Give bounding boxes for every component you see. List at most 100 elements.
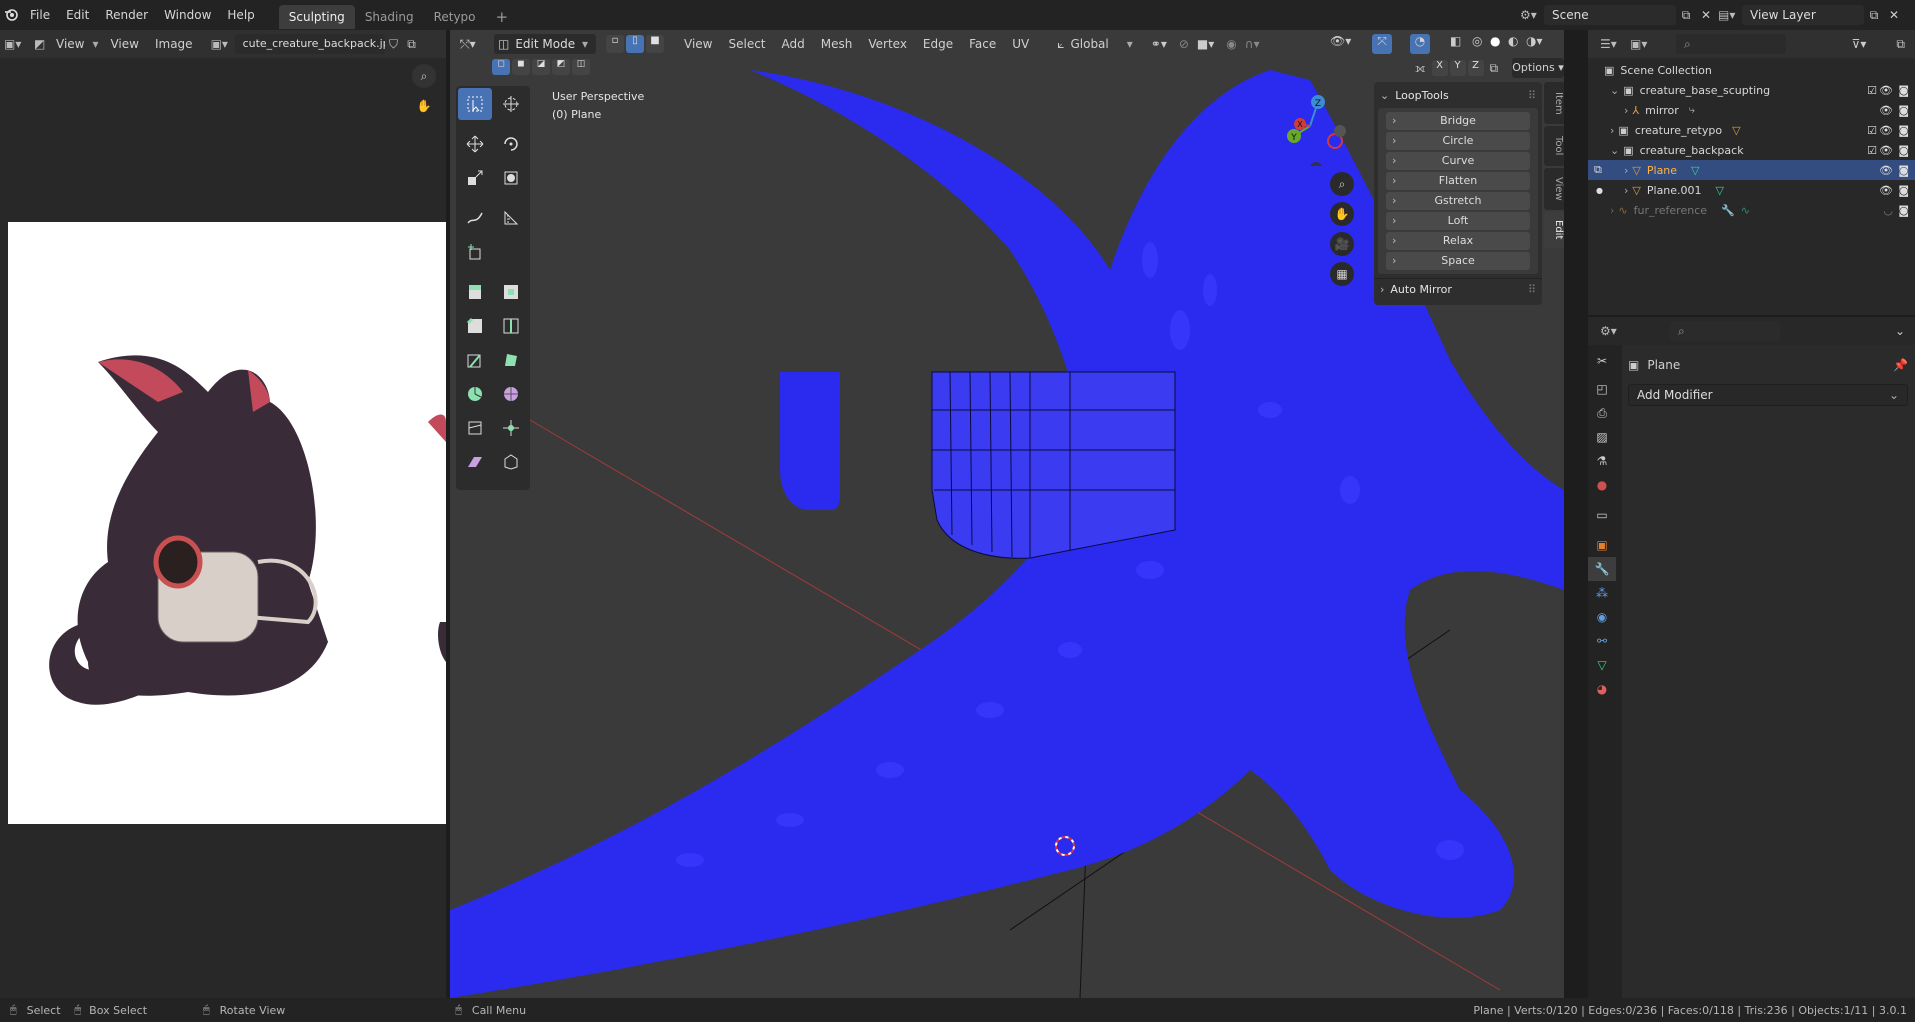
new-collection-icon[interactable]: ⧉ <box>1896 37 1905 52</box>
scene-collection-row[interactable]: ▣ Scene Collection <box>1588 60 1915 80</box>
camera-icon[interactable]: ◙ <box>1898 144 1909 157</box>
cursor-tool-icon[interactable] <box>494 88 528 120</box>
menu-file[interactable]: File <box>22 0 58 30</box>
image-browse-icon[interactable]: ▣▾ <box>211 37 235 51</box>
extrude-tool-icon[interactable] <box>458 276 492 308</box>
image-menu-view[interactable]: View <box>102 37 146 51</box>
expand-chevron-icon[interactable]: › <box>1624 164 1628 177</box>
zoom-icon[interactable]: ⌕ <box>1330 172 1354 196</box>
loop-cut-tool-icon[interactable] <box>494 310 528 342</box>
chevron-down-icon[interactable]: ⌄ <box>1895 324 1905 338</box>
move-tool-icon[interactable] <box>458 128 492 160</box>
scale-tool-icon[interactable] <box>458 162 492 194</box>
tab-edit[interactable]: Edit <box>1544 212 1564 248</box>
wireframe-shading-icon[interactable]: ◎ <box>1472 34 1482 48</box>
looptools-header[interactable]: ⌄ LoopTools ⠿ <box>1374 86 1542 104</box>
looptools-gstretch-button[interactable]: › Gstretch <box>1386 192 1530 210</box>
xray-icon[interactable]: ◧ <box>1450 34 1461 48</box>
eye-icon[interactable]: 👁 <box>1879 84 1893 97</box>
camera-icon[interactable]: ◙ <box>1898 204 1909 217</box>
properties-search-input[interactable]: ⌕ <box>1670 321 1780 341</box>
camera-icon[interactable]: ◙ <box>1898 164 1909 177</box>
viewport-menu-uv[interactable]: UV <box>1004 37 1037 51</box>
eye-icon[interactable]: 👁 <box>1879 124 1893 137</box>
viewport-menu-edge[interactable]: Edge <box>915 37 961 51</box>
pin-icon[interactable]: 📌 <box>1893 358 1908 372</box>
output-tab-icon[interactable]: ⎙ <box>1588 401 1616 425</box>
menu-edit[interactable]: Edit <box>58 0 97 30</box>
bevel-tool-icon[interactable] <box>458 310 492 342</box>
visibility-icon[interactable]: 👁▾ <box>1330 34 1351 48</box>
proportional-edit-icon[interactable]: ◉ <box>1226 37 1236 51</box>
snap-icon[interactable]: ⊘ <box>1179 37 1189 51</box>
fake-user-icon[interactable]: ⛉ <box>385 37 403 52</box>
physics-tab-icon[interactable]: ◉ <box>1588 605 1616 629</box>
looptools-relax-button[interactable]: › Relax <box>1386 232 1530 250</box>
tab-retypo[interactable]: Retypo <box>424 5 486 29</box>
camera-icon[interactable]: ◙ <box>1898 84 1909 97</box>
viewport-menu-add[interactable]: Add <box>774 37 813 51</box>
looptools-bridge-button[interactable]: › Bridge <box>1386 112 1530 130</box>
view-layer-field[interactable]: View Layer <box>1742 5 1864 25</box>
tree-row[interactable]: › ▣ creature_retypo ▽ ☑ 👁 ◙ <box>1588 120 1915 140</box>
expand-chevron-icon[interactable]: › <box>1610 124 1614 137</box>
editor-type-icon[interactable]: ⚙▾ <box>1600 324 1630 338</box>
tab-shading[interactable]: Shading <box>355 5 424 29</box>
drag-handle-icon[interactable]: ⠿ <box>1528 89 1536 102</box>
select-new-icon[interactable]: ◻ <box>492 59 510 75</box>
select-box-tool-icon[interactable] <box>458 88 492 120</box>
auto-merge-icon[interactable]: ⧉ <box>1490 61 1499 76</box>
expand-chevron-icon[interactable]: ⌄ <box>1610 84 1619 97</box>
tab-view[interactable]: View <box>1544 168 1564 210</box>
looptools-flatten-button[interactable]: › Flatten <box>1386 172 1530 190</box>
navigation-gizmo[interactable]: Z Y X <box>1270 86 1350 174</box>
edge-select-icon[interactable]: ▯ <box>626 35 644 53</box>
looptools-curve-button[interactable]: › Curve <box>1386 152 1530 170</box>
add-cube-tool-icon[interactable] <box>458 236 492 268</box>
edit-mode-icon[interactable]: ⧉ <box>1594 163 1602 177</box>
image-view-dropdown[interactable]: View <box>48 37 92 51</box>
eye-icon[interactable]: 👁 <box>1879 184 1893 197</box>
expand-chevron-icon[interactable]: ⌄ <box>1610 144 1619 157</box>
tree-row[interactable]: › ⅄ mirror ⤷ 👁 ◙ <box>1588 100 1915 120</box>
overlay-toggle-icon[interactable]: ◔ <box>1410 34 1430 54</box>
rotate-tool-icon[interactable] <box>494 128 528 160</box>
face-select-icon[interactable]: ■ <box>646 35 664 53</box>
tree-row-selected[interactable]: ⧉ › ▽ Plane ▽ 👁 ◙ <box>1588 160 1915 180</box>
add-modifier-button[interactable]: Add Modifier ⌄ <box>1628 384 1908 406</box>
viewport-menu-mesh[interactable]: Mesh <box>813 37 861 51</box>
shrink-fatten-tool-icon[interactable] <box>494 412 528 444</box>
eye-closed-icon[interactable]: ◡ <box>1883 204 1893 217</box>
menu-help[interactable]: Help <box>219 0 262 30</box>
select-intersect-icon[interactable]: ◫ <box>572 59 590 75</box>
view-layer-tab-icon[interactable]: ▨ <box>1588 425 1616 449</box>
looptools-space-button[interactable]: › Space <box>1386 252 1530 270</box>
image-menu-image[interactable]: Image <box>147 37 201 51</box>
solid-shading-icon[interactable]: ● <box>1490 34 1500 48</box>
tab-item[interactable]: Item <box>1544 82 1564 124</box>
camera-icon[interactable]: ◙ <box>1898 184 1909 197</box>
auto-mirror-header[interactable]: › Auto Mirror ⠿ <box>1374 278 1542 300</box>
display-mode-icon[interactable]: ▣▾ <box>1630 37 1660 51</box>
camera-icon[interactable]: ◙ <box>1898 104 1909 117</box>
axis-y-toggle[interactable]: Y <box>1449 60 1466 76</box>
tab-tool[interactable]: Tool <box>1544 126 1564 166</box>
menu-render[interactable]: Render <box>97 0 156 30</box>
eye-icon[interactable]: 👁 <box>1879 164 1893 177</box>
viewport-menu-face[interactable]: Face <box>961 37 1004 51</box>
annotate-tool-icon[interactable] <box>458 202 492 234</box>
viewport-menu-select[interactable]: Select <box>720 37 773 51</box>
object-tab-icon[interactable]: ▣ <box>1588 533 1616 557</box>
editor-type-icon[interactable]: ▣▾ <box>4 37 34 51</box>
poly-build-tool-icon[interactable] <box>494 344 528 376</box>
pivot-icon[interactable]: ⚭▾ <box>1151 37 1167 51</box>
tree-row[interactable]: ⌄ ▣ creature_backpack ☑ 👁 ◙ <box>1588 140 1915 160</box>
measure-tool-icon[interactable] <box>494 202 528 234</box>
filter-icon[interactable]: ⊽▾ <box>1852 37 1867 51</box>
collection-tab-icon[interactable]: ▭ <box>1588 503 1616 527</box>
viewport-menu-view[interactable]: View <box>676 37 720 51</box>
view-mode-icon[interactable]: ◩ <box>34 37 48 51</box>
particles-tab-icon[interactable]: ⁂ <box>1588 581 1616 605</box>
rendered-shading-icon[interactable]: ◑▾ <box>1526 34 1543 48</box>
constraints-tab-icon[interactable]: ⚯ <box>1588 629 1616 653</box>
